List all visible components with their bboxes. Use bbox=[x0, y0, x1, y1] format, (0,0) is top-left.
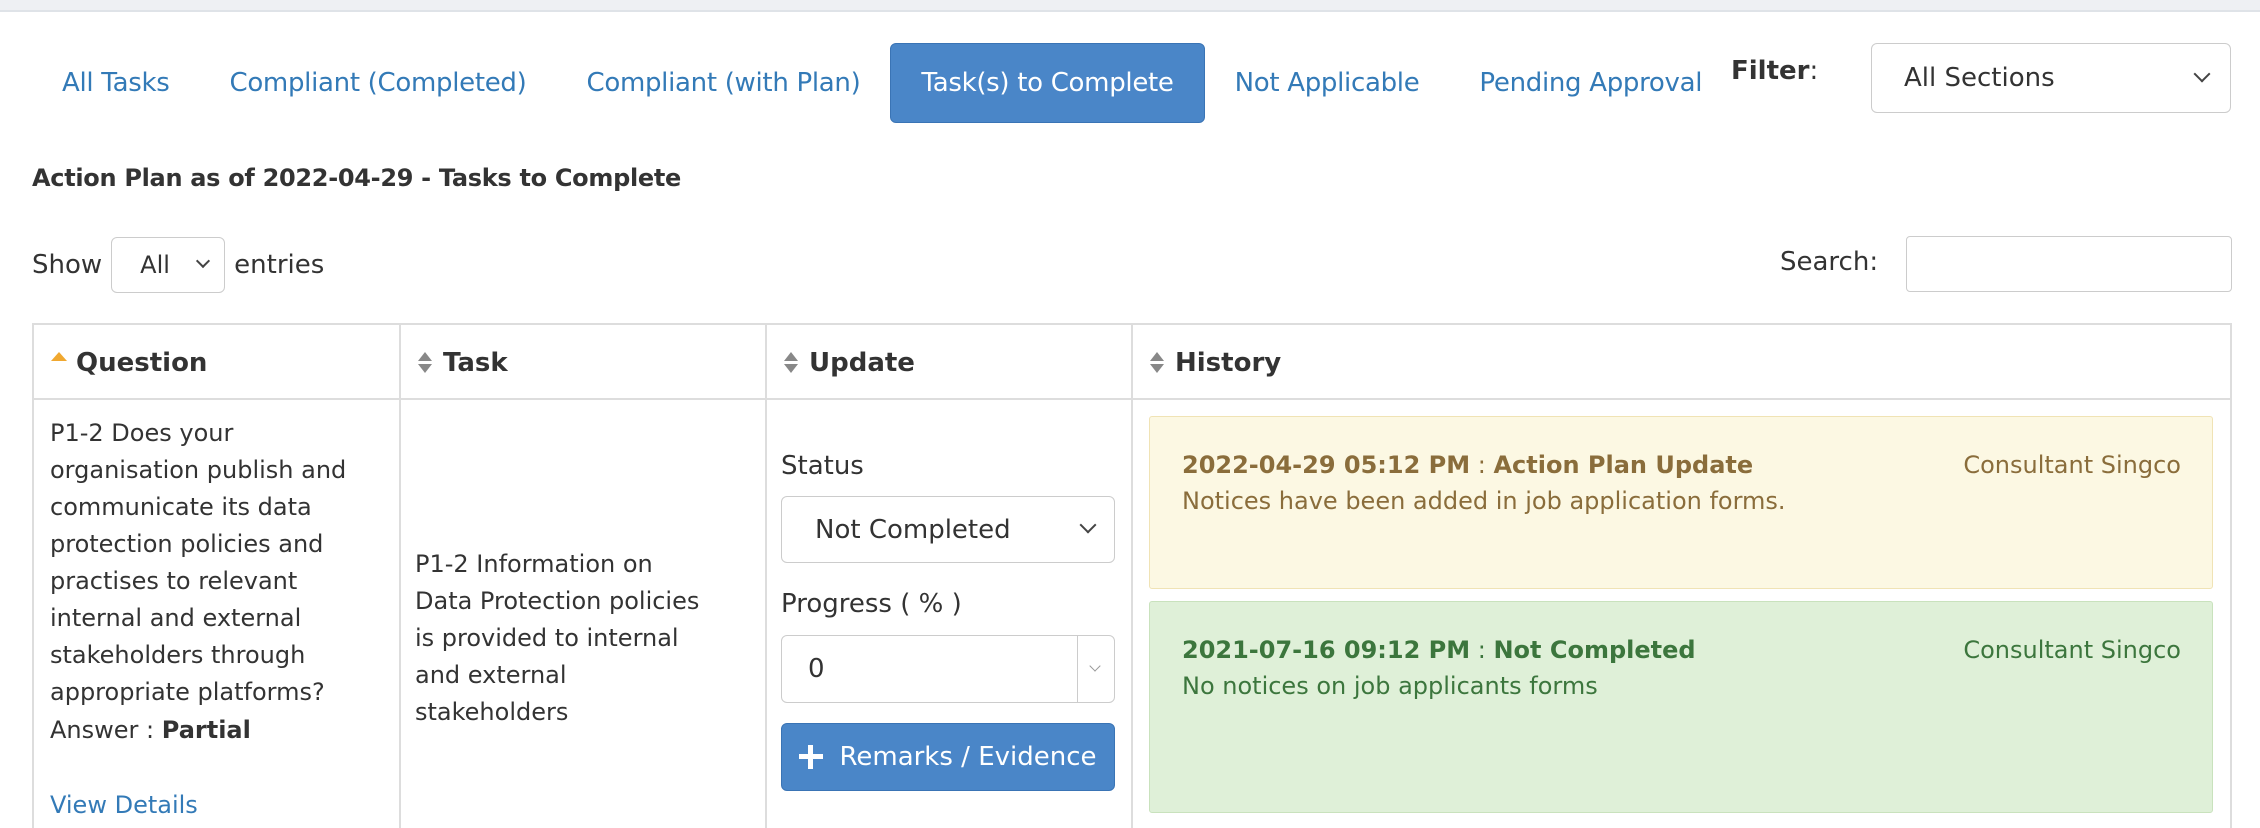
tab-not-applicable[interactable]: Not Applicable bbox=[1205, 43, 1450, 123]
answer-label: Answer : bbox=[50, 716, 155, 744]
chevron-down-icon bbox=[1089, 660, 1101, 672]
plus-icon bbox=[799, 745, 824, 769]
column-header-update[interactable]: Update bbox=[783, 325, 1131, 400]
section-filter-select[interactable]: All Sections bbox=[1871, 43, 2231, 113]
chevron-down-icon bbox=[2193, 65, 2211, 83]
history-note: Notices have been added in job applicati… bbox=[1182, 487, 1786, 515]
history-action: Not Completed bbox=[1493, 636, 1696, 664]
section-filter-value: All Sections bbox=[1904, 63, 2055, 93]
view-details-link[interactable]: View Details bbox=[50, 787, 198, 824]
history-note: No notices on job applicants forms bbox=[1182, 672, 1598, 700]
show-label: Show bbox=[32, 249, 103, 280]
column-header-task[interactable]: Task bbox=[417, 325, 765, 400]
status-select-value: Not Completed bbox=[815, 514, 1011, 545]
remarks-evidence-button[interactable]: Remarks / Evidence bbox=[781, 723, 1115, 791]
tab-bar: All Tasks Compliant (Completed) Complian… bbox=[32, 43, 1732, 123]
task-text: P1-2 Information on Data Protection poli… bbox=[415, 550, 700, 726]
top-bar bbox=[0, 0, 2260, 12]
history-datetime: 2022-04-29 05:12 PM bbox=[1182, 451, 1471, 479]
tab-compliant-completed[interactable]: Compliant (Completed) bbox=[199, 43, 556, 123]
sort-asc-icon bbox=[50, 350, 67, 376]
column-header-history[interactable]: History bbox=[1149, 325, 2229, 400]
history-datetime: 2021-07-16 09:12 PM bbox=[1182, 636, 1471, 664]
progress-value: 0 bbox=[808, 654, 825, 684]
column-divider bbox=[1131, 325, 1133, 828]
table-length-control: Show All entries bbox=[32, 236, 324, 293]
search-input[interactable] bbox=[1906, 236, 2232, 292]
tab-tasks-to-complete[interactable]: Task(s) to Complete bbox=[890, 43, 1205, 123]
history-action: Action Plan Update bbox=[1493, 451, 1754, 479]
status-select[interactable]: Not Completed bbox=[781, 496, 1115, 563]
history-separator: : bbox=[1477, 636, 1486, 664]
entries-select[interactable]: All bbox=[111, 236, 226, 293]
sort-icon bbox=[417, 350, 433, 376]
history-entry: 2021-07-16 09:12 PM : Not Completed No n… bbox=[1149, 601, 2213, 813]
filter-label: Filter: bbox=[1731, 56, 1819, 86]
history-entry-header: 2021-07-16 09:12 PM : Not Completed bbox=[1182, 636, 1696, 664]
tab-pending-approval[interactable]: Pending Approval bbox=[1449, 43, 1732, 123]
tab-compliant-with-plan[interactable]: Compliant (with Plan) bbox=[556, 43, 890, 123]
progress-label: Progress ( % ) bbox=[781, 589, 962, 619]
chevron-down-icon bbox=[196, 253, 211, 268]
history-entry: 2022-04-29 05:12 PM : Action Plan Update… bbox=[1149, 416, 2213, 589]
answer: Answer : Partial bbox=[50, 712, 388, 749]
history-user: Consultant Singco bbox=[1963, 636, 2181, 664]
column-header-question[interactable]: Question bbox=[50, 325, 399, 400]
chevron-down-icon bbox=[1079, 516, 1097, 534]
question-text: P1-2 Does your organisation publish and … bbox=[50, 419, 347, 706]
column-header-task-label: Task bbox=[443, 347, 508, 378]
column-header-history-label: History bbox=[1175, 347, 1282, 378]
history-entry-header: 2022-04-29 05:12 PM : Action Plan Update bbox=[1182, 451, 1753, 479]
entries-select-value: All bbox=[140, 250, 170, 279]
column-divider bbox=[765, 325, 767, 828]
sort-icon bbox=[1149, 350, 1165, 376]
status-label: Status bbox=[781, 451, 864, 481]
page-title: Action Plan as of 2022-04-29 - Tasks to … bbox=[32, 164, 682, 192]
remarks-evidence-label: Remarks / Evidence bbox=[839, 742, 1097, 772]
progress-stepper[interactable] bbox=[1077, 636, 1114, 702]
search-label: Search: bbox=[1780, 247, 1879, 277]
column-header-question-label: Question bbox=[76, 347, 208, 378]
entries-label: entries bbox=[234, 249, 325, 280]
column-divider bbox=[399, 325, 401, 828]
history-separator: : bbox=[1477, 451, 1486, 479]
sort-icon bbox=[783, 350, 799, 376]
answer-value: Partial bbox=[161, 716, 251, 744]
history-user: Consultant Singco bbox=[1963, 451, 2181, 479]
tab-all-tasks[interactable]: All Tasks bbox=[32, 43, 199, 123]
column-header-update-label: Update bbox=[809, 347, 915, 378]
progress-input[interactable]: 0 bbox=[781, 635, 1115, 703]
